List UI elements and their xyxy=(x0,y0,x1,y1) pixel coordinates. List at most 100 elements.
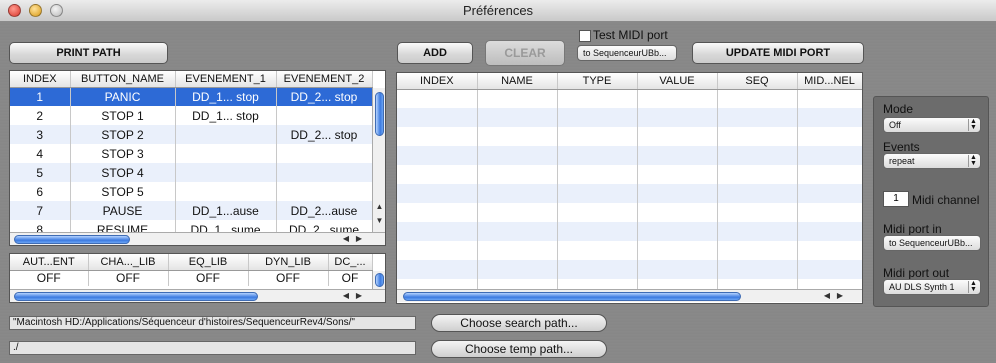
table-row[interactable] xyxy=(397,108,862,127)
table-cell: OF xyxy=(328,270,373,286)
hscroll-thumb[interactable] xyxy=(403,292,741,301)
table-row[interactable] xyxy=(397,222,862,241)
scroll-left-arrow[interactable]: ◀ xyxy=(340,233,352,245)
lib-table-vscrollbar[interactable] xyxy=(372,271,385,289)
buttons-table-header: INDEX BUTTON_NAME EVENEMENT_1 EVENEMENT_… xyxy=(10,71,373,88)
vscroll-thumb[interactable] xyxy=(375,92,384,136)
scroll-up-arrow[interactable]: ▲ xyxy=(373,202,385,211)
table-cell xyxy=(175,144,277,163)
scroll-left-arrow[interactable]: ◀ xyxy=(821,290,833,302)
window-title: Préférences xyxy=(462,3,534,18)
print-path-button[interactable]: PRINT PATH xyxy=(9,42,168,64)
table-cell xyxy=(276,144,373,163)
scroll-right-arrow[interactable]: ▶ xyxy=(834,290,846,302)
table-cell xyxy=(276,182,373,201)
test-port-select[interactable]: to SequenceurUBb... xyxy=(577,45,677,61)
title-bar: Préférences xyxy=(0,0,996,22)
hscroll-thumb[interactable] xyxy=(14,235,130,244)
column-header[interactable]: INDEX xyxy=(10,71,71,88)
table-row[interactable]: OFF OFF OFF OFF OF xyxy=(10,270,373,286)
table-row[interactable]: 4 STOP 3 xyxy=(10,144,373,163)
buttons-table-hscrollbar[interactable]: ◀ ▶ xyxy=(10,232,385,245)
buttons-table-vscrollbar[interactable]: ▲ ▼ xyxy=(372,88,385,232)
column-header[interactable]: EQ_LIB xyxy=(168,254,249,271)
events-table-header: INDEX NAME TYPE VALUE SEQ MID...NEL xyxy=(397,73,862,90)
table-row[interactable]: 2 STOP 1 DD_1... stop xyxy=(10,106,373,125)
column-header[interactable]: DYN_LIB xyxy=(248,254,329,271)
table-cell xyxy=(175,182,277,201)
events-table-hscrollbar[interactable]: ◀ ▶ xyxy=(397,289,862,302)
table-row[interactable]: 1 PANIC DD_1... stop DD_2... stop xyxy=(10,87,373,106)
column-header[interactable]: CHA..._LIB xyxy=(88,254,169,271)
table-cell: 6 xyxy=(10,182,71,201)
column-header[interactable]: NAME xyxy=(477,73,558,90)
events-table-grid: INDEX NAME TYPE VALUE SEQ MID...NEL xyxy=(397,73,862,298)
table-row[interactable] xyxy=(397,184,862,203)
midi-port-in-select[interactable]: to SequenceurUBb... xyxy=(883,235,981,251)
table-cell: DD_2... stop xyxy=(276,125,373,144)
column-header[interactable]: BUTTON_NAME xyxy=(70,71,176,88)
scroll-right-arrow[interactable]: ▶ xyxy=(353,233,365,245)
table-row[interactable] xyxy=(397,89,862,108)
midi-port-out-value: AU DLS Synth 1 xyxy=(889,282,955,292)
column-header[interactable]: INDEX xyxy=(397,73,478,90)
table-cell: OFF xyxy=(168,270,249,286)
midi-channel-label: Midi channel xyxy=(912,193,980,207)
test-midi-port-label: Test MIDI port xyxy=(593,28,668,42)
lib-table-hscrollbar[interactable]: ◀ ▶ xyxy=(10,289,385,302)
table-row[interactable] xyxy=(397,165,862,184)
midi-port-in-value: to SequenceurUBb... xyxy=(889,238,973,248)
table-row[interactable] xyxy=(397,127,862,146)
table-cell: 5 xyxy=(10,163,71,182)
column-header[interactable]: TYPE xyxy=(557,73,638,90)
table-cell: 4 xyxy=(10,144,71,163)
choose-temp-path-button[interactable]: Choose temp path... xyxy=(431,340,607,358)
column-header[interactable]: MID...NEL xyxy=(797,73,862,90)
clear-button[interactable]: CLEAR xyxy=(485,40,565,66)
table-cell: 3 xyxy=(10,125,71,144)
events-table: INDEX NAME TYPE VALUE SEQ MID...NEL ◀ ▶ xyxy=(396,72,863,304)
column-header[interactable]: SEQ xyxy=(717,73,798,90)
table-cell: 7 xyxy=(10,201,71,220)
column-header[interactable]: DC_... xyxy=(328,254,373,271)
scroll-down-arrow[interactable]: ▼ xyxy=(373,216,385,225)
events-label: Events xyxy=(883,140,920,154)
column-header[interactable]: VALUE xyxy=(637,73,718,90)
table-row[interactable]: 3 STOP 2 DD_2... stop xyxy=(10,125,373,144)
vscroll-thumb[interactable] xyxy=(375,273,384,287)
search-path-field[interactable]: "Macintosh HD:/Applications/Séquenceur d… xyxy=(9,316,416,330)
updown-arrows-icon: ▲ ▼ xyxy=(968,280,978,293)
column-header[interactable]: EVENEMENT_2 xyxy=(276,71,373,88)
test-port-value: to SequenceurUBb... xyxy=(583,48,667,58)
table-row[interactable]: 6 STOP 5 xyxy=(10,182,373,201)
table-cell: OFF xyxy=(10,270,89,286)
test-midi-port-checkbox[interactable] xyxy=(579,30,591,42)
table-row[interactable] xyxy=(397,203,862,222)
table-row[interactable] xyxy=(397,260,862,279)
scroll-right-arrow[interactable]: ▶ xyxy=(353,290,365,302)
table-cell: DD_2...ause xyxy=(276,201,373,220)
hscroll-thumb[interactable] xyxy=(14,292,258,301)
midi-settings-panel: Mode Off ▲ ▼ Events repeat ▲ ▼ 1 Midi chan… xyxy=(873,96,989,307)
choose-search-path-button[interactable]: Choose search path... xyxy=(431,314,607,332)
column-header[interactable]: EVENEMENT_1 xyxy=(175,71,277,88)
table-row[interactable]: 7 PAUSE DD_1...ause DD_2...ause xyxy=(10,201,373,220)
table-cell: DD_1...ause xyxy=(175,201,277,220)
table-cell: PANIC xyxy=(70,87,176,106)
table-row[interactable]: 5 STOP 4 xyxy=(10,163,373,182)
table-cell: STOP 4 xyxy=(70,163,176,182)
midi-channel-input[interactable]: 1 xyxy=(883,191,909,207)
lib-table-header: AUT...ENT CHA..._LIB EQ_LIB DYN_LIB DC_.… xyxy=(10,254,373,271)
events-select[interactable]: repeat ▲ ▼ xyxy=(883,153,981,169)
mode-select[interactable]: Off ▲ ▼ xyxy=(883,117,981,133)
table-cell xyxy=(276,163,373,182)
table-row[interactable] xyxy=(397,146,862,165)
table-row[interactable] xyxy=(397,241,862,260)
scroll-left-arrow[interactable]: ◀ xyxy=(340,290,352,302)
update-midi-port-button[interactable]: UPDATE MIDI PORT xyxy=(692,42,864,64)
midi-port-out-select[interactable]: AU DLS Synth 1 ▲ ▼ xyxy=(883,279,981,295)
temp-path-field[interactable]: ./ xyxy=(9,341,416,355)
table-cell: 2 xyxy=(10,106,71,125)
column-header[interactable]: AUT...ENT xyxy=(10,254,89,271)
add-button[interactable]: ADD xyxy=(397,42,473,64)
